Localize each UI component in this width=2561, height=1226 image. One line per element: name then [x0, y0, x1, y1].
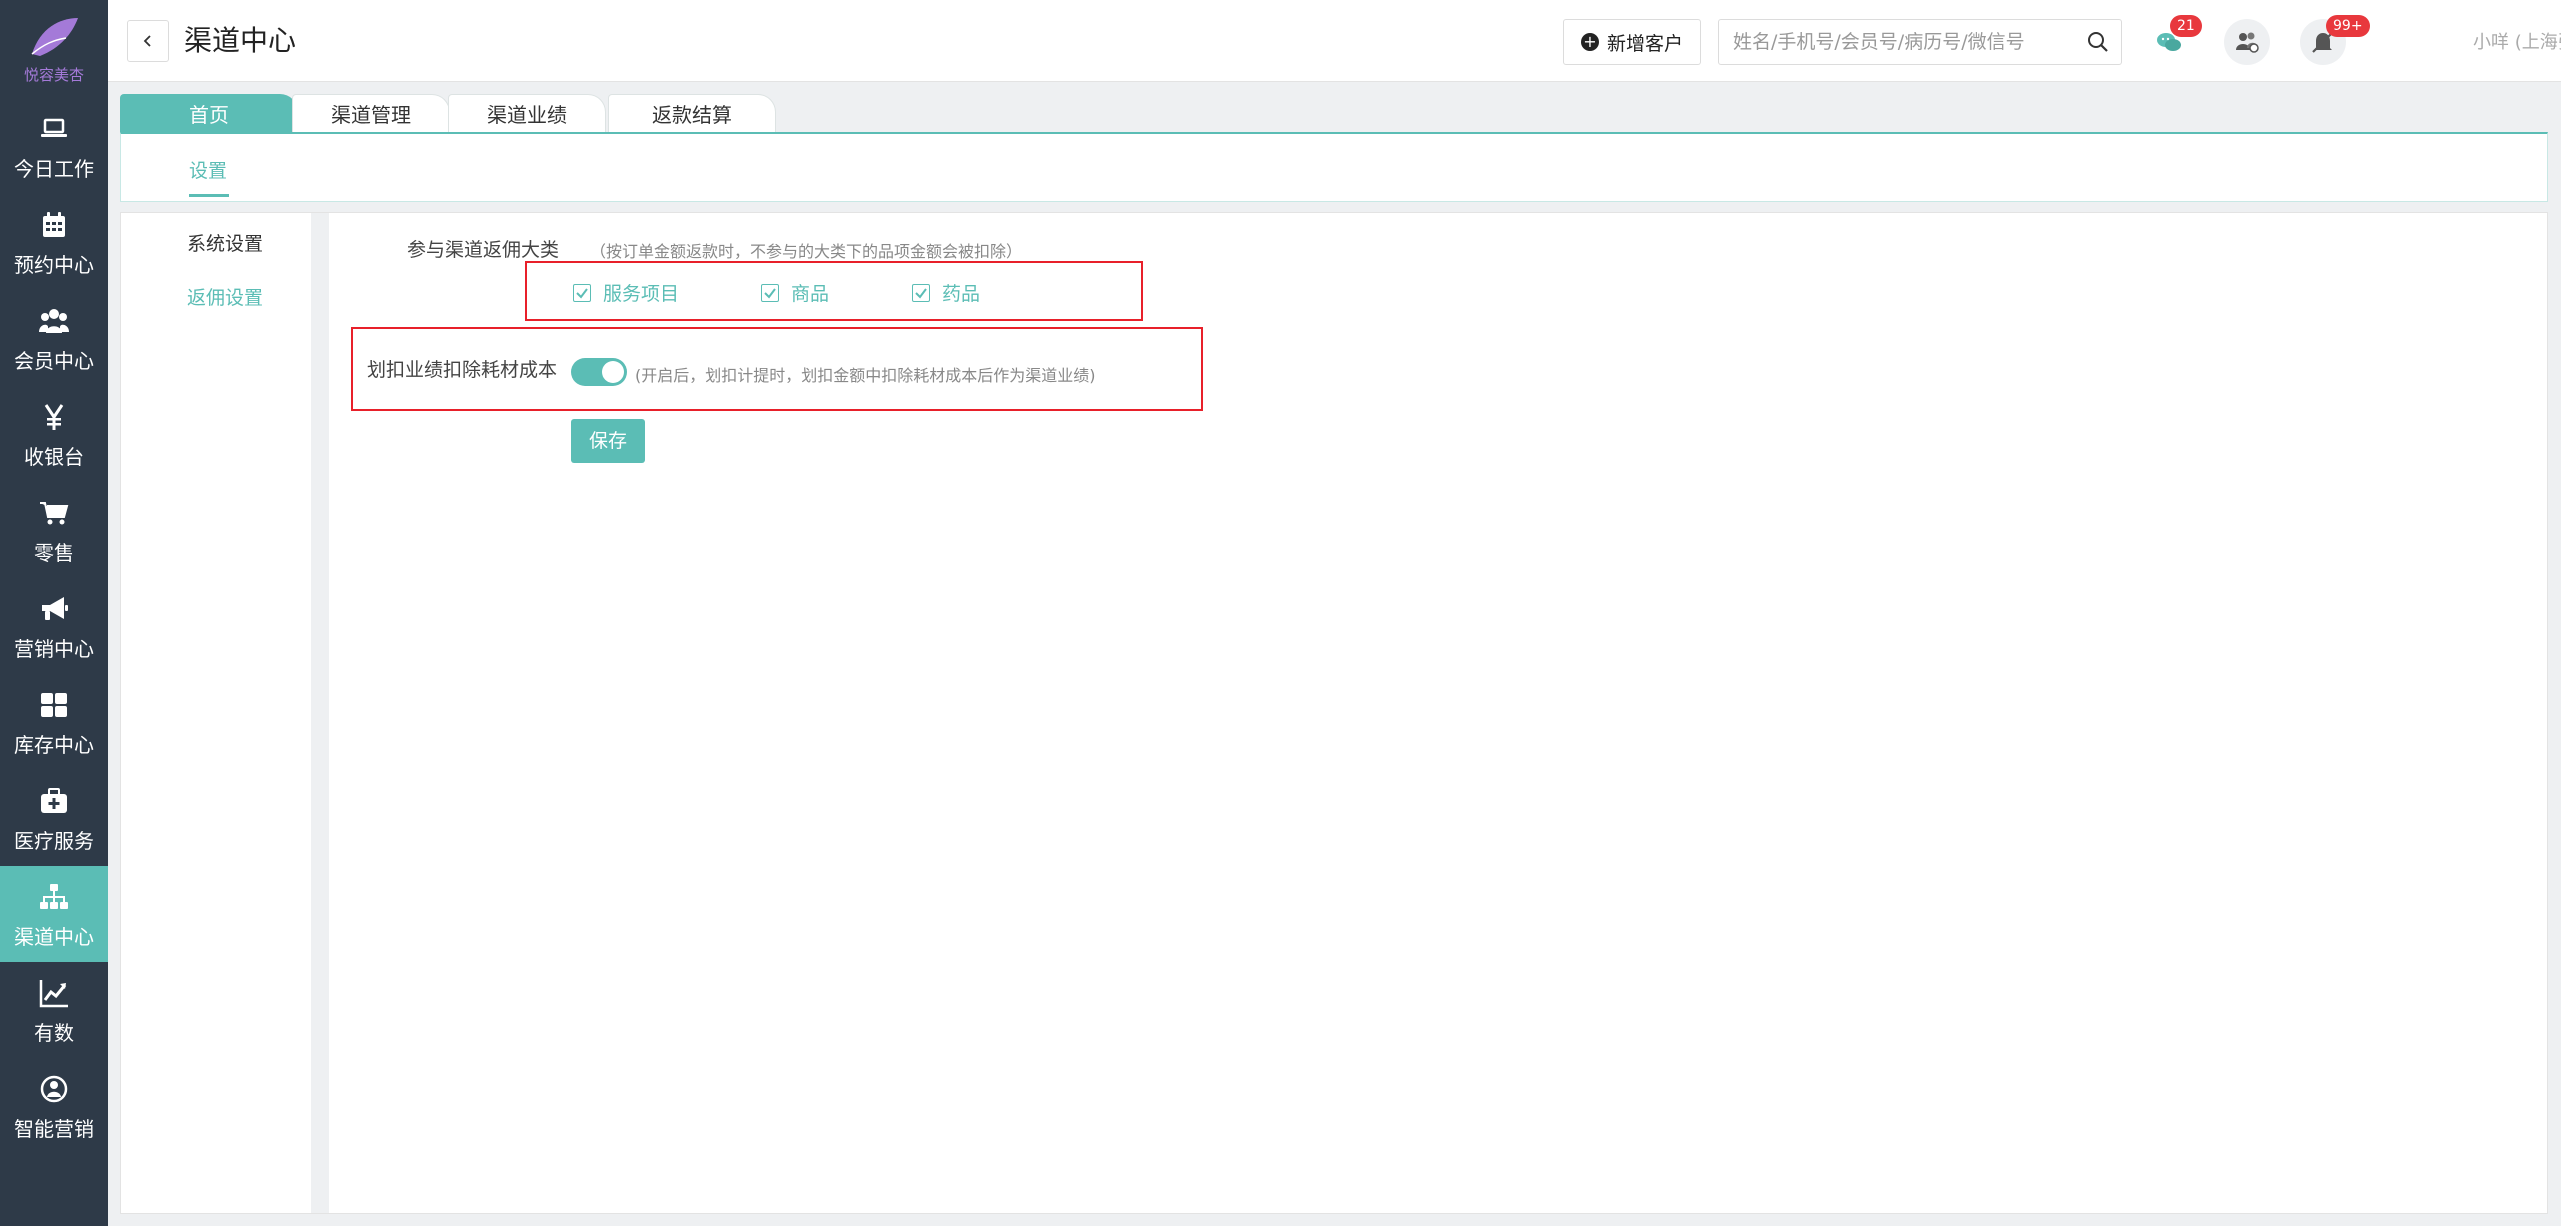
sidebar-item-label: 智能营销	[14, 1116, 94, 1141]
notification-badge: 99+	[2326, 15, 2370, 37]
user-menu[interactable]: 小咩 (上海张江门诊) ⌵	[2473, 28, 2561, 54]
sidebar-item-channel[interactable]: 渠道中心	[0, 866, 108, 962]
save-button[interactable]: 保存	[571, 419, 645, 463]
sidebar-item-label: 营销中心	[14, 636, 94, 661]
sidebar-item-medical[interactable]: 医疗服务	[0, 770, 108, 866]
search-box	[1718, 19, 2122, 65]
settings-menu: 系统设置 返佣设置	[121, 213, 329, 1213]
laptop-icon	[36, 111, 72, 147]
sidebar-item-label: 库存中心	[14, 732, 94, 757]
sidebar-item-retail[interactable]: 零售	[0, 482, 108, 578]
deduct-cost-hint: (开启后，划扣计提时，划扣金额中扣除耗材成本后作为渠道业绩)	[635, 366, 1096, 385]
sidebar-item-cashier[interactable]: 收银台	[0, 386, 108, 482]
menu-item-commission-settings[interactable]: 返佣设置	[187, 283, 263, 310]
commission-settings-form: 参与渠道返佣大类 （按订单金额返款时，不参与的大类下的品项金额会被扣除） 服务项…	[347, 213, 2547, 1213]
customer-group-button[interactable]	[2224, 19, 2270, 65]
search-input[interactable]	[1719, 20, 2079, 64]
sidebar-item-label: 会员中心	[14, 348, 94, 373]
megaphone-icon	[36, 591, 72, 627]
notifications-button[interactable]: 99+	[2300, 15, 2370, 65]
add-customer-button[interactable]: + 新增客户	[1563, 19, 1701, 65]
checkbox-service-items[interactable]: 服务项目	[573, 279, 679, 306]
page-title: 渠道中心	[184, 24, 297, 57]
sidebar-item-label: 有数	[34, 1020, 74, 1045]
sidebar-item-members[interactable]: 会员中心	[0, 290, 108, 386]
brand-logo-text: 悦容美杏	[23, 65, 84, 84]
chevron-left-icon	[143, 35, 151, 47]
category-hint: （按订单金额返款时，不参与的大类下的品项金额会被扣除）	[590, 242, 1023, 261]
wechat-messages-button[interactable]: 21	[2146, 15, 2202, 65]
sub-navigation: 设置	[120, 132, 2548, 202]
butterfly-logo-icon	[31, 17, 78, 56]
tab-channel-performance[interactable]: 渠道业绩	[448, 94, 606, 134]
top-header: 渠道中心 + 新增客户 21 99+ 小咩 (上海张江门诊) ⌵	[108, 0, 2561, 82]
sitemap-icon	[36, 879, 72, 915]
plus-circle-icon: +	[1580, 33, 1599, 51]
checkbox-goods[interactable]: 商品	[761, 279, 829, 306]
add-customer-label: 新增客户	[1606, 32, 1683, 55]
user-name-label: 小咩 (上海张江门诊)	[2473, 32, 2561, 53]
deduct-cost-toggle[interactable]	[571, 358, 627, 386]
checkbox-checked-icon	[912, 283, 930, 302]
sidebar-item-label: 医疗服务	[14, 828, 94, 853]
main-content: 系统设置 返佣设置 参与渠道返佣大类 （按订单金额返款时，不参与的大类下的品项金…	[120, 212, 2548, 1214]
checkbox-label: 药品	[942, 283, 981, 305]
sidebar-item-label: 预约中心	[14, 252, 94, 277]
subnav-active-indicator	[189, 194, 229, 197]
calendar-icon	[36, 207, 72, 243]
tab-home[interactable]: 首页	[120, 94, 298, 134]
toggle-knob	[602, 361, 624, 383]
menu-item-system-settings[interactable]: 系统设置	[187, 229, 263, 256]
robot-icon	[36, 1071, 72, 1107]
checkbox-medicine[interactable]: 药品	[912, 279, 980, 306]
subnav-settings[interactable]: 设置	[189, 156, 227, 183]
checkbox-label: 服务项目	[603, 283, 680, 305]
tab-channel-management[interactable]: 渠道管理	[292, 94, 450, 134]
sidebar-item-today-work[interactable]: 今日工作	[0, 98, 108, 194]
back-button[interactable]	[127, 20, 169, 62]
sidebar-item-analytics[interactable]: 有数	[0, 962, 108, 1058]
category-label: 参与渠道返佣大类	[407, 239, 560, 261]
brand-logo[interactable]: 悦容美杏	[0, 0, 108, 98]
wechat-badge: 21	[2170, 15, 2202, 37]
sidebar-item-label: 零售	[34, 540, 74, 565]
sidebar-item-smart-marketing[interactable]: 智能营销	[0, 1058, 108, 1154]
users-icon	[36, 303, 72, 339]
sidebar-item-appointments[interactable]: 预约中心	[0, 194, 108, 290]
sidebar-item-label: 渠道中心	[14, 924, 94, 949]
sidebar-item-label: 今日工作	[14, 156, 94, 181]
user-group-icon	[2236, 32, 2259, 53]
deduct-cost-label: 划扣业绩扣除耗材成本	[367, 359, 558, 381]
sidebar: 悦容美杏 今日工作 预约中心 会员中心 收银台 零售 营销中心 库存中心 医疗服…	[0, 0, 108, 1226]
sidebar-item-inventory[interactable]: 库存中心	[0, 674, 108, 770]
tab-refund-settlement[interactable]: 返款结算	[608, 94, 776, 134]
checkbox-checked-icon	[761, 283, 779, 302]
sidebar-item-label: 收银台	[24, 444, 84, 469]
cart-icon	[36, 495, 72, 531]
yen-icon	[36, 399, 72, 435]
chart-line-icon	[36, 975, 72, 1011]
grid-icon	[36, 687, 72, 723]
medkit-icon	[36, 783, 72, 819]
checkbox-checked-icon	[573, 283, 591, 302]
checkbox-label: 商品	[791, 283, 830, 305]
sidebar-item-marketing[interactable]: 营销中心	[0, 578, 108, 674]
search-icon[interactable]	[2087, 31, 2109, 53]
